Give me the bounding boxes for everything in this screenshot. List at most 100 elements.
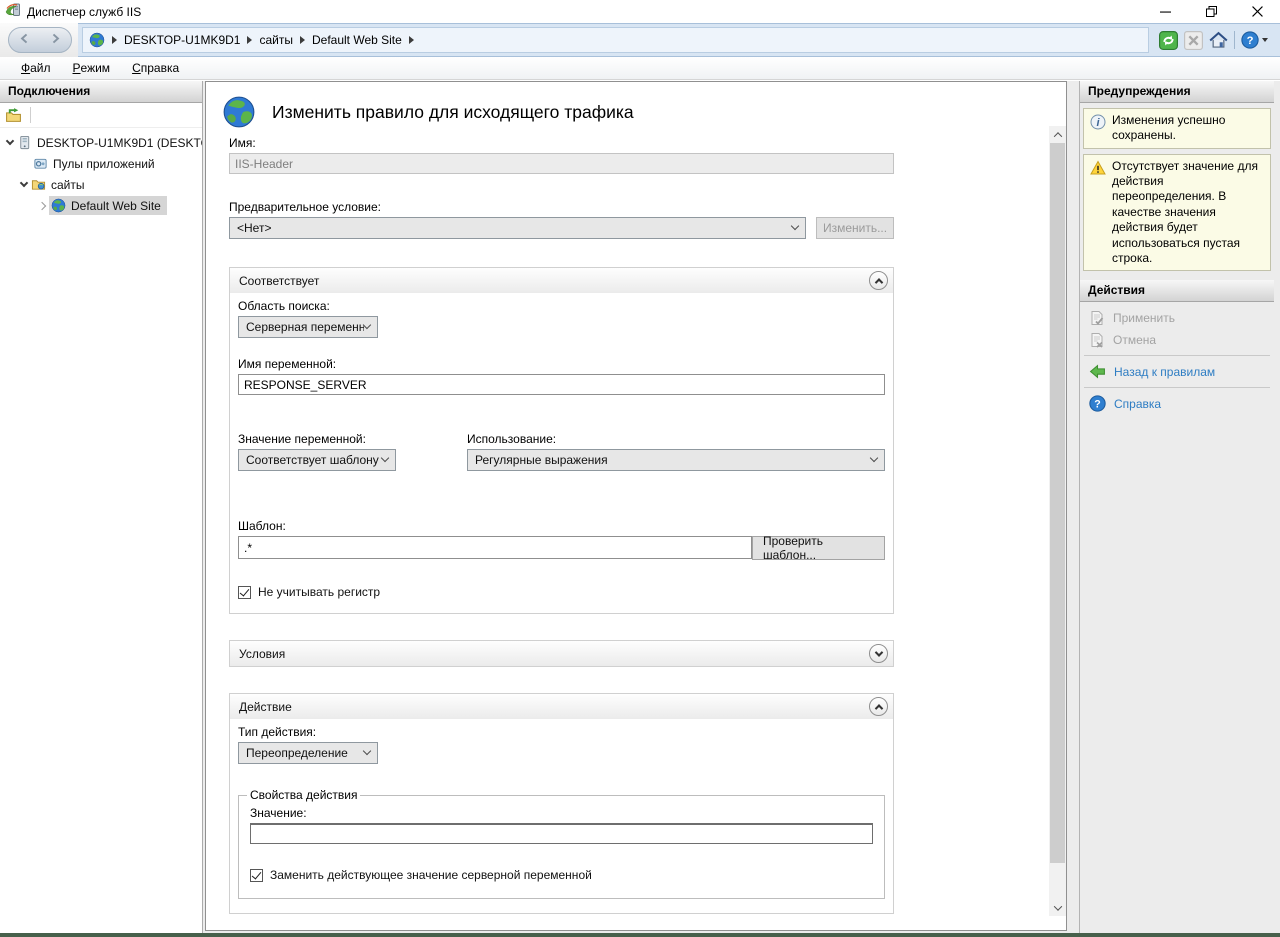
replace-label: Заменить действующее значение серверной … xyxy=(270,868,592,882)
main-area: Изменить правило для исходящего трафика … xyxy=(203,81,1079,933)
tree-label-app-pools: Пулы приложений xyxy=(53,157,155,171)
breadcrumb-server[interactable]: DESKTOP-U1MK9D1 xyxy=(124,33,240,47)
back-arrow-icon xyxy=(1089,363,1106,380)
usage-select[interactable]: Регулярные выражения xyxy=(467,449,885,471)
scrollbar-thumb[interactable] xyxy=(1050,143,1065,863)
cancel-icon xyxy=(1089,332,1105,348)
collapse-section-button[interactable] xyxy=(869,697,888,716)
breadcrumb-sites[interactable]: сайты xyxy=(259,33,293,47)
actions-header: Действия xyxy=(1080,280,1274,302)
scroll-down-button[interactable] xyxy=(1049,899,1066,916)
forward-button[interactable] xyxy=(49,32,62,48)
warning-alert-text: Отсутствует значение для действия переоп… xyxy=(1112,159,1264,267)
precondition-value: <Нет> xyxy=(237,221,271,235)
back-button[interactable] xyxy=(18,32,31,48)
help-icon: ? xyxy=(1089,395,1106,412)
info-alert-text: Изменения успешно сохранены. xyxy=(1112,113,1264,144)
menu-file[interactable]: Файл xyxy=(10,57,62,79)
action-section: Действие Тип действия: Переопределение С… xyxy=(229,693,894,914)
restore-button[interactable] xyxy=(1188,0,1234,23)
home-button[interactable] xyxy=(1209,31,1228,50)
tree-node-default-web-site[interactable]: Default Web Site xyxy=(0,195,202,216)
save-connection-button[interactable] xyxy=(5,107,22,124)
action-value-input[interactable] xyxy=(250,823,873,844)
sites-folder-icon xyxy=(31,177,46,192)
expander-closed-icon[interactable] xyxy=(35,203,49,209)
help-action[interactable]: ? Справка xyxy=(1080,392,1274,415)
help-button[interactable]: ? xyxy=(1241,31,1268,49)
test-pattern-button[interactable]: Проверить шаблон... xyxy=(752,536,885,560)
site-globe-icon xyxy=(51,198,66,213)
name-label: Имя: xyxy=(229,136,894,150)
refresh-button[interactable] xyxy=(1159,31,1178,50)
app-logo-icon xyxy=(5,2,21,21)
scope-value: Серверная переменн xyxy=(246,320,364,334)
variable-name-input[interactable] xyxy=(238,374,885,395)
stop-button[interactable] xyxy=(1184,31,1203,50)
pattern-input[interactable] xyxy=(238,536,752,559)
breadcrumb-separator-icon xyxy=(409,36,414,44)
address-strip: DESKTOP-U1MK9D1 сайты Default Web Site xyxy=(78,23,1280,57)
connections-toolbar xyxy=(0,103,202,128)
action-section-title: Действие xyxy=(239,700,292,714)
expander-open-icon[interactable] xyxy=(17,183,31,186)
breadcrumb-default-web-site[interactable]: Default Web Site xyxy=(312,33,402,47)
chevron-down-icon xyxy=(870,454,878,462)
variable-value-label: Значение переменной: xyxy=(238,432,463,446)
ignore-case-checkbox-row[interactable]: Не учитывать регистр xyxy=(238,585,885,599)
edit-precondition-button[interactable]: Изменить... xyxy=(816,217,894,239)
precondition-label: Предварительное условие: xyxy=(229,200,894,214)
svg-text:?: ? xyxy=(1247,35,1254,47)
back-to-rules-action[interactable]: Назад к правилам xyxy=(1080,360,1274,383)
action-type-label: Тип действия: xyxy=(238,725,885,739)
action-properties-group: Свойства действия Значение: Заменить дей… xyxy=(238,788,885,899)
breadcrumb-separator-icon xyxy=(300,36,305,44)
usage-label: Использование: xyxy=(467,432,885,446)
vertical-scrollbar[interactable] xyxy=(1049,126,1066,916)
chevron-down-icon xyxy=(791,222,799,230)
info-alert: i Изменения успешно сохранены. xyxy=(1083,108,1271,149)
variable-value-value: Соответствует шаблону xyxy=(246,453,379,467)
toolbar-divider xyxy=(1234,31,1235,49)
expand-section-button[interactable] xyxy=(869,644,888,663)
warning-icon xyxy=(1090,160,1106,176)
conditions-section: Условия xyxy=(229,640,894,667)
selected-tree-item[interactable]: Default Web Site xyxy=(49,196,167,215)
menu-help[interactable]: Справка xyxy=(121,57,190,79)
scope-label: Область поиска: xyxy=(238,299,885,313)
tree-label-default-web-site: Default Web Site xyxy=(71,199,161,213)
name-input[interactable] xyxy=(229,153,894,174)
variable-value-select[interactable]: Соответствует шаблону xyxy=(238,449,396,471)
tree-node-sites[interactable]: сайты xyxy=(0,174,202,195)
breadcrumb: DESKTOP-U1MK9D1 сайты Default Web Site xyxy=(82,27,1149,53)
close-button[interactable] xyxy=(1234,0,1280,23)
scroll-up-button[interactable] xyxy=(1049,126,1066,143)
server-icon xyxy=(17,135,32,150)
tree-node-app-pools[interactable]: Пулы приложений xyxy=(0,153,202,174)
window-title: Диспетчер служб IIS xyxy=(27,5,141,19)
menu-view[interactable]: Режим xyxy=(62,57,122,79)
expander-open-icon[interactable] xyxy=(3,141,17,144)
cancel-action[interactable]: Отмена xyxy=(1080,329,1274,351)
tree-node-server[interactable]: DESKTOP-U1MK9D1 (DESKTOI xyxy=(0,132,202,153)
variable-name-label: Имя переменной: xyxy=(238,357,885,371)
warning-alert: Отсутствует значение для действия переоп… xyxy=(1083,154,1271,272)
action-type-value: Переопределение xyxy=(246,746,348,760)
replace-checkbox[interactable] xyxy=(250,869,263,882)
minimize-button[interactable] xyxy=(1142,0,1188,23)
ignore-case-checkbox[interactable] xyxy=(238,586,251,599)
page-title: Изменить правило для исходящего трафика xyxy=(272,102,634,123)
precondition-select[interactable]: <Нет> xyxy=(229,217,806,239)
chevron-down-icon xyxy=(381,454,389,462)
right-panel: Предупреждения i Изменения успешно сохра… xyxy=(1079,81,1280,933)
replace-checkbox-row[interactable]: Заменить действующее значение серверной … xyxy=(250,868,873,882)
apply-icon xyxy=(1089,310,1105,326)
collapse-section-button[interactable] xyxy=(869,271,888,290)
apply-action[interactable]: Применить xyxy=(1080,307,1274,329)
pattern-label: Шаблон: xyxy=(238,519,885,533)
chevron-down-icon xyxy=(363,321,371,329)
action-type-select[interactable]: Переопределение xyxy=(238,742,378,764)
scope-select[interactable]: Серверная переменн xyxy=(238,316,378,338)
ignore-case-label: Не учитывать регистр xyxy=(258,585,380,599)
actions-divider xyxy=(1084,355,1270,356)
